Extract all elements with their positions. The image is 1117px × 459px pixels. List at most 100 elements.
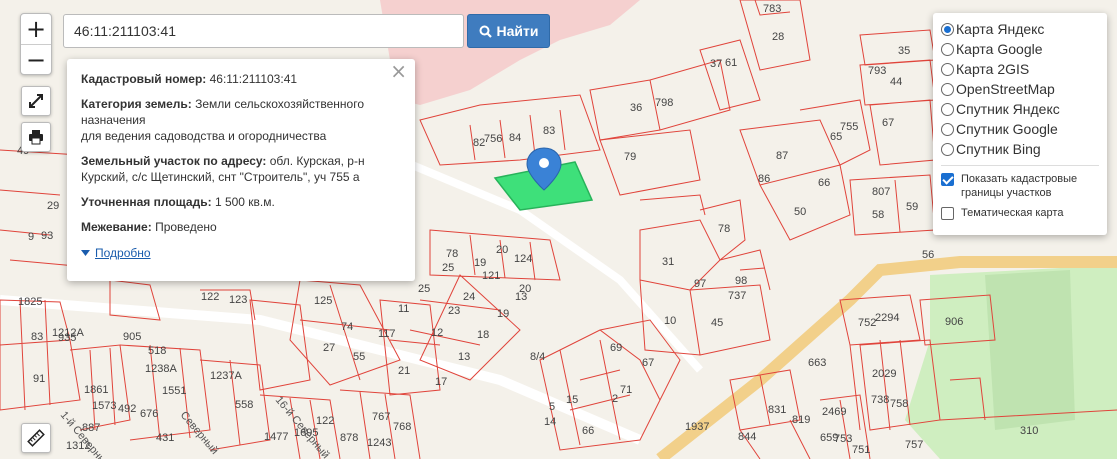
- basemap-option[interactable]: Спутник Google: [941, 119, 1099, 139]
- parcel-number: 8/4: [530, 351, 545, 363]
- basemap-option[interactable]: Карта Google: [941, 39, 1099, 59]
- basemap-option[interactable]: Карта 2GIS: [941, 59, 1099, 79]
- parcel-number: 1238А: [145, 363, 177, 375]
- basemap-option[interactable]: Спутник Bing: [941, 139, 1099, 159]
- parcel-number: 37: [710, 58, 722, 70]
- search-button[interactable]: Найти: [467, 14, 550, 48]
- thematic-map-checkbox[interactable]: Тематическая карта: [941, 206, 1099, 220]
- parcel-number: 24: [463, 291, 475, 303]
- parcel-number: 86: [758, 173, 770, 185]
- show-borders-box[interactable]: [941, 173, 954, 186]
- basemap-options: Карта Яндекс Карта Google Карта 2GIS OpenSt…: [941, 19, 1099, 159]
- parcel-number: 2: [612, 393, 618, 405]
- search-button-label: Найти: [496, 23, 539, 39]
- caret-down-icon: [81, 250, 90, 256]
- parcel-number: 767: [372, 411, 390, 423]
- parcel-number: 98: [735, 275, 747, 287]
- parcel-number: 23: [448, 305, 460, 317]
- parcel-number: 783: [763, 3, 781, 15]
- parcel-number: 663: [808, 357, 826, 369]
- parcel-number: 844: [738, 431, 756, 443]
- parcel-number: 78: [718, 223, 730, 235]
- basemap-option[interactable]: OpenStreetMap: [941, 79, 1099, 99]
- parcel-number: 12: [431, 327, 443, 339]
- parcel-number: 29: [47, 200, 59, 212]
- parcel-number: 752: [858, 317, 876, 329]
- thematic-map-label: Тематическая карта: [961, 207, 1064, 219]
- parcel-number: 36: [630, 102, 642, 114]
- parcel-number: 798: [655, 97, 673, 109]
- basemap-option-label: Спутник Bing: [956, 141, 1041, 157]
- basemap-option-label: Карта Яндекс: [956, 21, 1045, 37]
- zoom-in-button[interactable]: +: [21, 14, 51, 44]
- parcel-number: 65: [830, 131, 842, 143]
- radio-button[interactable]: [941, 142, 954, 156]
- zoom-out-button[interactable]: −: [21, 44, 51, 74]
- parcel-number: 61: [725, 57, 737, 69]
- parcel-number: 87: [776, 150, 788, 162]
- radio-button[interactable]: [941, 82, 954, 96]
- parcel-number: 10: [664, 315, 676, 327]
- parcel-number: 768: [393, 421, 411, 433]
- parcel-number: 1477: [264, 431, 288, 443]
- zoom-control: + −: [20, 13, 52, 75]
- area-row: Уточненная площадь: 1 500 кв.м.: [81, 194, 401, 210]
- radio-button[interactable]: [941, 102, 954, 116]
- parcel-number: 878: [340, 432, 358, 444]
- parcel-number: 91: [33, 373, 45, 385]
- cadastral-number-value: 46:11:211103:41: [209, 72, 298, 86]
- parcel-number: 20: [496, 244, 508, 256]
- ruler-button[interactable]: [21, 423, 51, 453]
- parcel-number: 807: [872, 186, 890, 198]
- parcel-number: 935: [58, 332, 76, 344]
- search-input[interactable]: [63, 14, 464, 48]
- parcel-number: 1937: [685, 421, 709, 433]
- parcel-number: 558: [235, 399, 253, 411]
- parcel-number: 1243: [367, 437, 391, 449]
- show-borders-checkbox[interactable]: Показать кадастровые границы участков: [941, 172, 1099, 200]
- basemap-option-label: Спутник Google: [956, 121, 1058, 137]
- close-icon[interactable]: ×: [390, 61, 407, 81]
- parcel-number: 17: [435, 376, 447, 388]
- parcel-number: 83: [31, 331, 43, 343]
- radio-button[interactable]: [941, 42, 954, 56]
- parcel-number: 676: [140, 408, 158, 420]
- show-borders-label: Показать кадастровые границы участков: [961, 173, 1078, 199]
- parcel-number: 492: [118, 403, 136, 415]
- basemap-option[interactable]: Спутник Яндекс: [941, 99, 1099, 119]
- details-link-label: Подробно: [95, 246, 151, 260]
- radio-button[interactable]: [941, 122, 954, 136]
- details-link[interactable]: Подробно: [81, 245, 151, 261]
- parcel-number: 18: [477, 329, 489, 341]
- area-label: Уточненная площадь:: [81, 195, 212, 209]
- basemap-option-label: Карта Google: [956, 41, 1043, 57]
- parcel-number: 56: [922, 249, 934, 261]
- basemap-option-label: Спутник Яндекс: [956, 101, 1060, 117]
- parcel-number: 25: [418, 283, 430, 295]
- parcel-number: 121: [482, 270, 500, 282]
- parcel-number: 67: [642, 357, 654, 369]
- parcel-number: 117: [378, 328, 396, 340]
- layer-divider: [941, 165, 1099, 166]
- parcel-number: 93: [41, 230, 53, 242]
- parcel-number: 19: [497, 308, 509, 320]
- radio-button[interactable]: [941, 62, 954, 76]
- parcel-number: 71: [620, 384, 632, 396]
- print-button[interactable]: [21, 122, 51, 152]
- cadastral-number-label: Кадастровый номер:: [81, 72, 207, 86]
- fullscreen-button[interactable]: [21, 86, 51, 116]
- radio-button[interactable]: [941, 22, 954, 36]
- land-category-label: Категория земель:: [81, 97, 192, 111]
- printer-icon: [29, 130, 43, 145]
- parcel-number: 13: [458, 351, 470, 363]
- survey-label: Межевание:: [81, 220, 152, 234]
- parcel-number: 66: [818, 177, 830, 189]
- parcel-number: 78: [446, 248, 458, 260]
- address-label: Земельный участок по адресу:: [81, 154, 267, 168]
- search-icon: [479, 25, 492, 38]
- thematic-map-box[interactable]: [941, 207, 954, 220]
- cadastral-number-row: Кадастровый номер: 46:11:211103:41: [81, 71, 401, 87]
- basemap-option[interactable]: Карта Яндекс: [941, 19, 1099, 39]
- parcel-number: 831: [768, 404, 786, 416]
- parcel-number: 14: [544, 416, 556, 428]
